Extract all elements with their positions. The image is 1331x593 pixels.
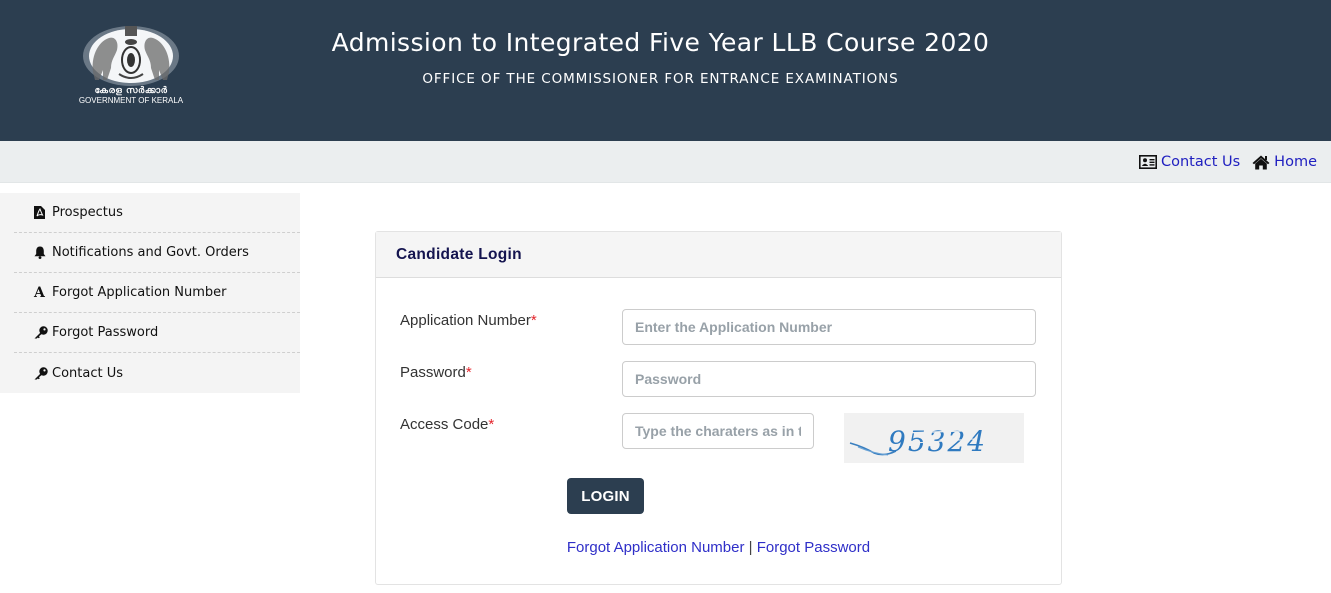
access-code-label: Access Code* [400, 416, 494, 433]
key-icon [34, 366, 50, 380]
password-input[interactable] [622, 361, 1036, 397]
forgot-application-number-link[interactable]: Forgot Application Number [567, 539, 745, 556]
sidebar: Prospectus Notifications and Govt. Order… [0, 193, 300, 393]
captcha-graphic: 95324 [849, 425, 985, 458]
sidebar-item-label: Notifications and Govt. Orders [52, 245, 249, 260]
contact-us-label: Contact Us [1160, 154, 1241, 170]
top-nav-bar: Contact Us Home [0, 141, 1331, 183]
required-marker: * [488, 416, 495, 433]
font-a-icon: A [34, 284, 45, 301]
application-number-input[interactable] [622, 309, 1036, 345]
link-separator: | [748, 539, 753, 556]
home-label: Home [1274, 154, 1317, 170]
sidebar-item-notifications[interactable]: Notifications and Govt. Orders [14, 233, 300, 273]
sidebar-item-label: Prospectus [52, 205, 123, 220]
home-link[interactable]: Home [1252, 154, 1317, 170]
sidebar-item-label: Forgot Application Number [52, 285, 227, 300]
logo-text-english: GOVERNMENT OF KERALA [78, 96, 184, 105]
page-title: Admission to Integrated Five Year LLB Co… [331, 28, 990, 57]
panel-title: Candidate Login [396, 245, 522, 263]
sidebar-item-contact-us[interactable]: Contact Us [14, 353, 300, 393]
application-number-label: Application Number* [400, 312, 537, 329]
contact-us-link[interactable]: Contact Us [1138, 154, 1241, 170]
candidate-login-panel: Candidate Login Application Number* Pass… [375, 231, 1062, 585]
sidebar-item-label: Contact Us [52, 365, 123, 381]
contact-card-icon [1138, 155, 1157, 169]
captcha-image: 95324 [844, 413, 1024, 463]
key-icon [34, 326, 50, 339]
page-subtitle: OFFICE OF THE COMMISSIONER FOR ENTRANCE … [422, 71, 899, 87]
label-text: Application Number [400, 312, 531, 329]
required-marker: * [530, 312, 537, 329]
label-text: Password [400, 364, 466, 381]
help-links: Forgot Application Number | Forgot Passw… [376, 539, 1061, 556]
sidebar-item-prospectus[interactable]: Prospectus [14, 193, 300, 233]
top-links: Contact Us Home [1138, 154, 1317, 170]
forgot-password-link[interactable]: Forgot Password [757, 539, 870, 556]
sidebar-item-label: Forgot Password [52, 325, 159, 340]
password-label: Password* [400, 364, 472, 381]
sidebar-item-forgot-password[interactable]: Forgot Password [14, 313, 300, 353]
pdf-file-icon [34, 206, 50, 219]
access-code-input[interactable] [622, 413, 814, 449]
site-header: കേരള സർക്കാർ GOVERNMENT OF KERALA Admiss… [0, 0, 1331, 141]
required-marker: * [465, 364, 472, 381]
label-text: Access Code [400, 416, 489, 433]
login-button[interactable]: LOGIN [567, 478, 644, 514]
panel-header: Candidate Login [376, 232, 1061, 278]
sidebar-item-forgot-application-number[interactable]: A Forgot Application Number [14, 273, 300, 313]
home-icon [1252, 155, 1270, 169]
logo-text-malayalam: കേരള സർക്കാർ [94, 86, 168, 96]
bell-icon [34, 246, 50, 259]
